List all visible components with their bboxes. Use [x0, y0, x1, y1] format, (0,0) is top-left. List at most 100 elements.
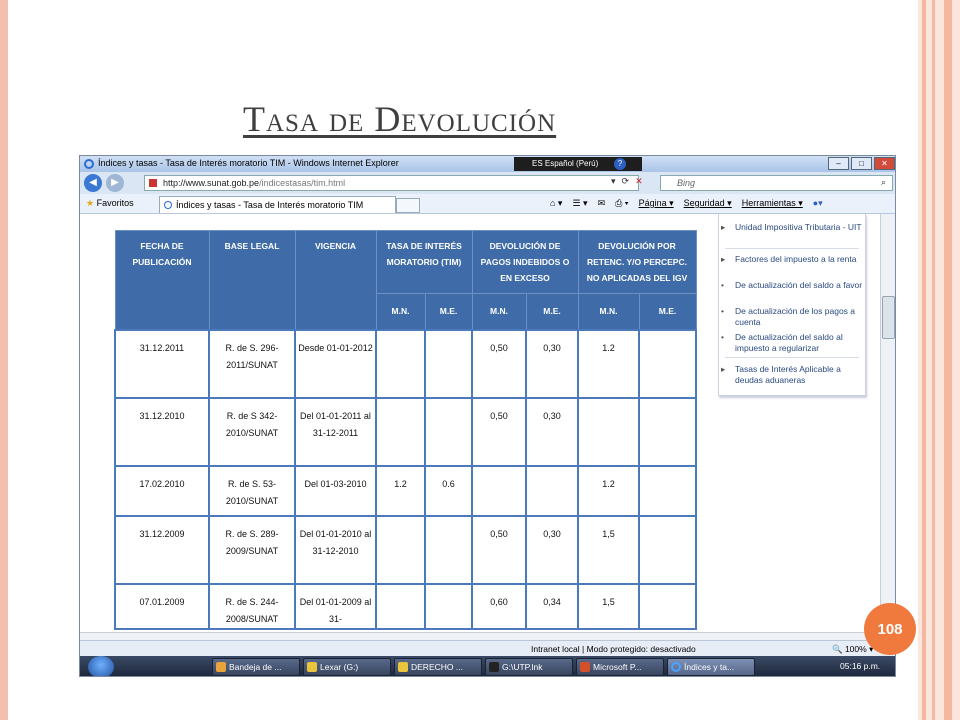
- home-icon[interactable]: ⌂ ▾: [550, 198, 562, 209]
- favorites-label: Favoritos: [96, 198, 134, 208]
- cell-vigencia: Del 01-01-2011 al 31-12-2011: [294, 396, 377, 467]
- cell-retenc-mn: 1.2: [577, 464, 640, 517]
- language-bar[interactable]: ES Español (Perú) ?: [514, 157, 642, 171]
- scrollbar-thumb[interactable]: [882, 296, 895, 339]
- windows-taskbar: Bandeja de ... Lexar (G:) DERECHO ... G:…: [80, 656, 895, 676]
- address-input[interactable]: http://www.sunat.gob.pe/indicestasas/tim…: [144, 175, 639, 191]
- maximize-button[interactable]: □: [851, 157, 872, 170]
- security-zone: Intranet local | Modo protegido: desacti…: [531, 644, 696, 654]
- subheader-mn: M.N.: [577, 293, 640, 330]
- subheader-me: M.E.: [638, 293, 697, 330]
- feeds-icon[interactable]: ☰ ▾: [572, 198, 587, 209]
- header-devolucion-pagos: DEVOLUCIÓN DE PAGOS INDEBIDOS O EN EXCES…: [471, 230, 579, 294]
- cell-retenc-me: [638, 582, 697, 630]
- horizontal-scrollbar[interactable]: [80, 632, 880, 640]
- outlook-icon: [216, 662, 226, 672]
- forward-button[interactable]: ▶: [106, 174, 124, 192]
- new-tab-button[interactable]: [396, 198, 420, 213]
- help-menu-icon[interactable]: ●▾: [813, 198, 823, 209]
- cell-retenc-mn: 1,5: [577, 514, 640, 585]
- link-pagos-a-cuenta[interactable]: De actualización de los pagos a cuenta: [721, 306, 865, 328]
- taskbar-lexar[interactable]: Lexar (G:): [303, 658, 391, 676]
- minimize-button[interactable]: –: [828, 157, 849, 170]
- cell-fecha: 07.01.2009: [114, 582, 210, 630]
- link-deudas-aduaneras[interactable]: Tasas de Interés Aplicable a deudas adua…: [721, 364, 865, 386]
- dropdown-icon[interactable]: ▾: [611, 176, 616, 187]
- subheader-mn: M.N.: [471, 293, 527, 330]
- command-security[interactable]: Seguridad ▾: [684, 198, 732, 209]
- cell-vigencia: Del 01-01-2010 al 31-12-2010: [294, 514, 377, 585]
- cell-vigencia: Del 01-01-2009 al 31-: [294, 582, 377, 630]
- command-tools[interactable]: Herramientas ▾: [742, 198, 803, 209]
- window-titlebar: Índices y tasas - Tasa de Interés morato…: [80, 156, 895, 172]
- taskbar-powerpoint[interactable]: Microsoft P...: [576, 658, 664, 676]
- folder-icon: [307, 662, 317, 672]
- site-favicon: [149, 179, 157, 187]
- cell-tim-me: [424, 328, 473, 399]
- header-fecha: FECHA DE PUBLICACIÓN: [114, 230, 210, 330]
- vertical-scrollbar[interactable]: [880, 214, 895, 632]
- mail-icon[interactable]: ✉: [598, 198, 606, 209]
- cell-base-legal: R. de S. 53-2010/SUNAT: [208, 464, 296, 517]
- subheader-me: M.E.: [424, 293, 473, 330]
- cell-base-legal: R. de S. 289-2009/SUNAT: [208, 514, 296, 585]
- table-row: 17.02.2010 R. de S. 53-2010/SUNAT Del 01…: [114, 464, 697, 517]
- refresh-icon[interactable]: ⟳: [622, 176, 630, 187]
- search-input[interactable]: Bing ⌕: [660, 175, 893, 191]
- cell-retenc-mn: [577, 396, 640, 467]
- taskbar-outlook[interactable]: Bandeja de ...: [212, 658, 300, 676]
- cell-fecha: 17.02.2010: [114, 464, 210, 517]
- ie-icon: [671, 662, 681, 672]
- cell-retenc-mn: 1.2: [577, 328, 640, 399]
- cell-tim-me: [424, 396, 473, 467]
- table-row: 31.12.2010 R. de S 342-2010/SUNAT Del 01…: [114, 396, 697, 467]
- cmd-icon: [489, 662, 499, 672]
- link-factores-renta[interactable]: Factores del impuesto a la renta: [721, 254, 856, 265]
- table-row: 31.12.2011 R. de S. 296-2011/SUNAT Desde…: [114, 328, 697, 399]
- page-content: FECHA DE PUBLICACIÓN BASE LEGAL VIGENCIA…: [80, 214, 895, 632]
- tim-table: FECHA DE PUBLICACIÓN BASE LEGAL VIGENCIA…: [114, 230, 697, 630]
- cell-vigencia: Desde 01-01-2012: [294, 328, 377, 399]
- cell-fecha: 31.12.2009: [114, 514, 210, 585]
- system-clock: 05:16 p.m.: [840, 661, 881, 671]
- window-title: Índices y tasas - Tasa de Interés morato…: [98, 158, 399, 168]
- taskbar-ie[interactable]: Índices y ta...: [667, 658, 755, 676]
- search-placeholder: Bing: [677, 178, 696, 188]
- cell-pagos-mn: 0,50: [471, 328, 527, 399]
- cell-base-legal: R. de S. 244-2008/SUNAT: [208, 582, 296, 630]
- favorites-button[interactable]: ★ Favoritos: [86, 198, 134, 209]
- cell-retenc-mn: 1,5: [577, 582, 640, 630]
- header-tim: TASA DE INTERÉS MORATORIO (TIM): [375, 230, 473, 294]
- search-icon[interactable]: ⌕: [881, 177, 886, 188]
- back-button[interactable]: ◀: [84, 174, 102, 192]
- start-button[interactable]: [88, 656, 114, 676]
- close-button[interactable]: ✕: [874, 157, 895, 170]
- link-uit[interactable]: Unidad Impositiva Tributaria - UIT: [721, 222, 862, 233]
- command-bar: ⌂ ▾ ☰ ▾ ✉ ⎙ ▾ Página ▾ Seguridad ▾ Herra…: [550, 198, 823, 209]
- folder-icon: [398, 662, 408, 672]
- cell-pagos-mn: 0,60: [471, 582, 527, 630]
- link-saldo-regularizar[interactable]: De actualización del saldo al impuesto a…: [721, 332, 865, 354]
- cell-pagos-mn: 0,50: [471, 514, 527, 585]
- print-icon[interactable]: ⎙ ▾: [615, 198, 628, 209]
- url-path: /indicestasas/tim.html: [259, 178, 346, 188]
- header-vigencia: VIGENCIA: [294, 230, 377, 330]
- command-page[interactable]: Página ▾: [639, 198, 674, 209]
- cell-pagos-mn: 0,50: [471, 396, 527, 467]
- taskbar-utp[interactable]: G:\UTP.lnk: [485, 658, 573, 676]
- favorites-bar: ★ Favoritos Índices y tasas - Tasa de In…: [80, 194, 895, 214]
- cell-tim-mn: 1.2: [375, 464, 426, 517]
- help-icon[interactable]: ?: [614, 158, 626, 170]
- browser-tab[interactable]: Índices y tasas - Tasa de Interés morato…: [159, 196, 396, 213]
- cell-tim-me: [424, 582, 473, 630]
- slide-right-border: [918, 0, 960, 720]
- page-number-badge: 108: [864, 603, 916, 655]
- cell-retenc-me: [638, 464, 697, 517]
- stop-icon[interactable]: ✕: [635, 176, 643, 187]
- link-saldo-a-favor[interactable]: De actualización del saldo a favor: [721, 280, 862, 291]
- cell-base-legal: R. de S. 296-2011/SUNAT: [208, 328, 296, 399]
- zoom-level[interactable]: 🔍 100% ▾: [832, 644, 873, 655]
- browser-screenshot: Índices y tasas - Tasa de Interés morato…: [79, 155, 896, 677]
- cell-tim-mn: [375, 396, 426, 467]
- taskbar-derecho[interactable]: DERECHO ...: [394, 658, 482, 676]
